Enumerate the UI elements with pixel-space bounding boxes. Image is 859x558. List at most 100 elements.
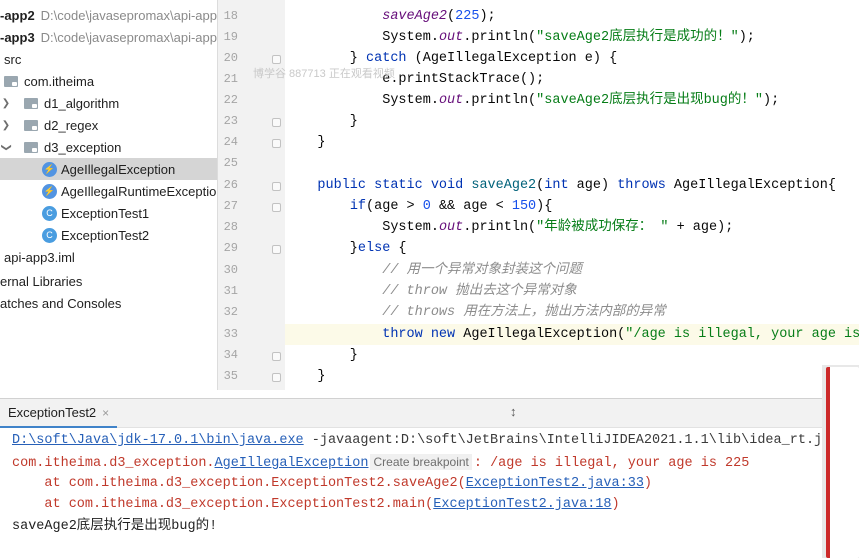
tree-item-package-d1[interactable]: ❯ d1_algorithm	[0, 92, 217, 114]
tree-item-scratches[interactable]: atches and Consoles	[0, 292, 217, 314]
line-number: 33	[223, 327, 238, 341]
run-tab-exception-test2[interactable]: ExceptionTest2 ×	[0, 399, 118, 429]
tree-item-label: d2_regex	[44, 117, 99, 133]
line-number: 29	[223, 241, 238, 255]
tree-item-src[interactable]: src	[0, 48, 217, 70]
tree-item-label: ernal Libraries	[0, 273, 83, 289]
fold-marker[interactable]	[272, 118, 281, 127]
line-number: 19	[223, 30, 238, 44]
console-text: com.itheima.d3_exception.	[12, 456, 215, 471]
fold-marker[interactable]	[272, 55, 281, 64]
fold-marker[interactable]	[272, 203, 281, 212]
code-line-current: throw new AgeIllegalException("/age is i…	[285, 324, 859, 345]
code-line: if(age > 0 && age < 150){	[349, 199, 553, 214]
fold-marker[interactable]	[272, 182, 281, 191]
code-line: // 用一个异常对象封装这个问题	[382, 263, 583, 278]
fold-marker[interactable]	[272, 373, 281, 382]
console-text: -javaagent:D:\soft\JetBrains\IntelliJIDE…	[303, 433, 822, 448]
code-line: System.out.println("saveAge2底层执行是成功的！");	[285, 30, 755, 45]
tree-item-path: D:\code\javasepromax\api-app	[40, 7, 217, 23]
fold-marker[interactable]	[272, 139, 281, 148]
tree-item-age-illegal-runtime-exception[interactable]: ⚡ AgeIllegalRuntimeExceptio	[0, 180, 217, 202]
package-folder-icon	[24, 97, 38, 109]
line-number: 20	[223, 51, 238, 65]
exception-class-link[interactable]: AgeIllegalException	[215, 456, 369, 471]
code-line: }	[285, 369, 326, 384]
code-line: System.out.println("saveAge2底层执行是出现bug的！…	[285, 93, 780, 108]
tree-item-iml-file[interactable]: api-app3.iml	[0, 246, 217, 268]
code-line: // throws 用在方法上，抛出方法内部的异常	[382, 305, 666, 320]
line-number: 27	[223, 199, 238, 213]
console-text: )	[643, 476, 653, 491]
console-text: at com.itheima.d3_exception.ExceptionTes…	[12, 497, 434, 512]
console-text: )	[611, 497, 620, 512]
line-number: 28	[223, 220, 238, 234]
editor-gutter[interactable]: 18 19 20 21 22 23 24 25 26 27 28 29 30 3…	[217, 0, 285, 390]
tree-item-external-libraries[interactable]: ernal Libraries	[0, 270, 217, 292]
stacktrace-link[interactable]: ExceptionTest2.java:18	[433, 497, 611, 512]
line-number: 24	[223, 135, 238, 149]
console-line: D:\soft\Java\jdk-17.0.1\bin\java.exe -ja…	[12, 430, 822, 451]
tree-item-label: -app2	[0, 7, 35, 23]
create-breakpoint-hint[interactable]: Create breakpoint	[370, 454, 472, 470]
line-number: 35	[223, 369, 238, 383]
line-number: 22	[223, 93, 238, 107]
code-editor[interactable]: saveAge2(225); System.out.println("saveA…	[285, 0, 859, 390]
overlay-window-edge	[822, 365, 859, 558]
code-line: System.out.println("年龄被成功保存： " + age);	[285, 220, 734, 235]
java-exe-link[interactable]: D:\soft\Java\jdk-17.0.1\bin\java.exe	[12, 433, 304, 448]
code-line: public static void saveAge2(int age) thr…	[317, 178, 836, 193]
tree-item-label: ExceptionTest2	[61, 227, 150, 243]
line-number: 18	[223, 9, 238, 23]
console-line: at com.itheima.d3_exception.ExceptionTes…	[12, 494, 620, 515]
line-number: 26	[223, 178, 238, 192]
tree-item-label: src	[4, 51, 22, 67]
runnable-class-icon: C	[42, 205, 57, 221]
tree-item-package-d3[interactable]: ❯ d3_exception	[0, 136, 217, 158]
stacktrace-link[interactable]: ExceptionTest2.java:33	[466, 476, 644, 491]
fold-marker[interactable]	[272, 245, 281, 254]
tree-item-label: d1_algorithm	[44, 95, 120, 111]
chevron-right-icon[interactable]: ❯	[0, 120, 12, 131]
code-line: }	[285, 135, 326, 150]
console-line: saveAge2底层执行是出现bug的!	[12, 519, 218, 534]
tree-item-module-app3[interactable]: -app3 D:\code\javasepromax\api-app	[0, 26, 217, 48]
tree-item-exception-test1[interactable]: C ExceptionTest1	[0, 202, 217, 224]
tree-item-module-app2[interactable]: -app2 D:\code\javasepromax\api-app	[0, 4, 217, 26]
overlay-window	[826, 367, 859, 558]
tree-item-label: atches and Consoles	[0, 295, 122, 311]
close-icon[interactable]: ×	[102, 406, 109, 420]
code-line: saveAge2(225);	[382, 9, 496, 24]
code-line: // throw 抛出去这个异常对象	[382, 284, 577, 299]
run-tab-label: ExceptionTest2	[8, 405, 97, 420]
code-line: }	[285, 348, 358, 363]
console-line: at com.itheima.d3_exception.ExceptionTes…	[12, 473, 652, 494]
code-line: }	[285, 114, 358, 129]
chevron-right-icon[interactable]: ❯	[0, 98, 12, 109]
tree-item-age-illegal-exception[interactable]: ⚡ AgeIllegalException	[0, 158, 217, 180]
tree-item-label: ExceptionTest1	[61, 205, 150, 221]
runnable-class-icon: C	[42, 227, 57, 243]
run-console-output[interactable]: D:\soft\Java\jdk-17.0.1\bin\java.exe -ja…	[0, 428, 822, 558]
tree-item-package-com-itheima[interactable]: com.itheima	[0, 70, 217, 92]
line-number: 31	[223, 284, 238, 298]
tree-item-label: api-app3.iml	[4, 249, 75, 265]
line-number: 30	[223, 263, 238, 277]
resize-cursor-icon[interactable]: ↕	[510, 404, 517, 419]
tree-item-label: AgeIllegalRuntimeExceptio	[61, 183, 217, 199]
tree-item-exception-test2[interactable]: C ExceptionTest2	[0, 224, 217, 246]
line-number: 23	[223, 114, 238, 128]
tree-item-label: d3_exception	[44, 139, 122, 155]
exception-class-icon: ⚡	[42, 183, 57, 199]
chevron-down-icon[interactable]: ❯	[1, 141, 12, 153]
line-number: 34	[223, 348, 238, 362]
line-number: 25	[223, 156, 238, 170]
tree-item-label: -app3	[0, 29, 35, 45]
console-line: com.itheima.d3_exception.AgeIllegalExcep…	[12, 452, 749, 473]
code-line: }else {	[285, 241, 407, 256]
package-folder-icon	[24, 119, 38, 131]
tree-item-package-d2[interactable]: ❯ d2_regex	[0, 114, 217, 136]
fold-marker[interactable]	[272, 352, 281, 361]
line-number: 32	[223, 305, 238, 319]
